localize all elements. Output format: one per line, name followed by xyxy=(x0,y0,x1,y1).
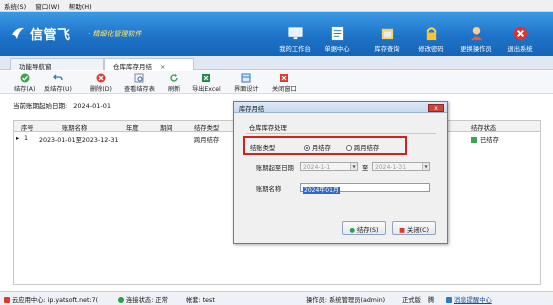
date-range-label: 账期起至日期 xyxy=(256,165,294,172)
menu-help[interactable]: 帮助(H) xyxy=(69,1,92,11)
tab-function-navigation[interactable]: 功能导航窗 xyxy=(10,58,104,71)
check-icon: ● xyxy=(349,227,355,234)
brand-tagline: · 精细化管理软件 xyxy=(88,30,142,38)
col-no[interactable]: 序号 xyxy=(21,123,34,132)
tab-bar: 功能导航窗 仓库库存月结 × xyxy=(0,56,553,71)
radio-unselected-icon xyxy=(346,145,352,151)
chevron-down-icon: ▼ xyxy=(350,163,357,170)
change-password-button[interactable]: 修改密码 xyxy=(410,26,452,53)
refresh-icon xyxy=(170,74,178,82)
operator-status: 操作员: 系统管理员(admin) xyxy=(306,297,386,304)
col-year[interactable]: 年度 xyxy=(126,123,139,132)
design-icon xyxy=(241,73,251,83)
brand-name: 信管飞 xyxy=(30,28,71,43)
period-name-label: 账期名称 xyxy=(256,186,282,193)
brand-logo-icon xyxy=(12,27,24,39)
section-divider xyxy=(246,133,436,134)
chevron-down-icon: ▼ xyxy=(422,163,429,170)
menu-window[interactable]: 窗口(W) xyxy=(35,1,60,11)
warehouse-icon xyxy=(381,28,393,40)
document-center-button[interactable]: 单据中心 xyxy=(316,26,358,53)
tab-inventory-month-end[interactable]: 仓库库存月结 × xyxy=(104,58,194,71)
close-icon: ■ xyxy=(399,227,406,234)
period-name-input[interactable]: 2024年01月 xyxy=(300,183,430,194)
close-window-button[interactable]: 关闭窗口 xyxy=(272,73,297,93)
menu-bar: 系统(S) 窗口(W) 帮助(H) xyxy=(0,0,553,12)
delete-icon xyxy=(96,73,106,83)
radio-cross-month-close[interactable]: 跨月结存 xyxy=(346,143,379,152)
row-indicator-icon: ▸ xyxy=(16,135,20,142)
close-window-icon xyxy=(280,74,289,82)
inventory-query-button[interactable]: 库存查询 xyxy=(366,26,408,53)
col-period[interactable]: 期间 xyxy=(160,123,173,132)
col-close-status[interactable]: 结存状态 xyxy=(471,123,496,132)
cloud-icon xyxy=(4,297,10,303)
row-close-status: 已结存 xyxy=(471,135,499,144)
dialog-title: 库存月结 xyxy=(234,102,447,113)
delete-button[interactable]: 删除(D) xyxy=(90,73,112,93)
interface-design-button[interactable]: 界面设计 xyxy=(234,73,259,93)
month-end-dialog: 库存月结 x 仓库库存处理 结账类型 月结存 跨月结存 账期起至日期 2024-… xyxy=(233,101,448,244)
col-period-name[interactable]: 账期名称 xyxy=(62,123,87,132)
document-icon xyxy=(331,26,343,41)
refresh-button[interactable]: 刷新 xyxy=(168,73,180,93)
radio-selected-icon xyxy=(304,145,310,151)
my-workbench-button[interactable]: 我的工作台 xyxy=(274,26,316,53)
start-date-field[interactable]: 2024-1-1 ▼ xyxy=(300,162,358,171)
message-icon xyxy=(446,297,452,303)
menu-system[interactable]: 系统(S) xyxy=(4,1,26,11)
dialog-close-icon[interactable]: x xyxy=(428,104,444,112)
current-period-row: 当前账期起始日期: 2024-01-01 xyxy=(13,100,111,110)
lock-icon xyxy=(426,27,436,41)
current-period-value: 2024-01-01 xyxy=(73,102,111,110)
to-label: 至 xyxy=(362,165,369,172)
exit-icon xyxy=(513,26,527,41)
row-no: 1 xyxy=(24,135,29,142)
closed-flag-icon xyxy=(471,137,477,143)
excel-icon xyxy=(202,74,211,82)
exit-system-button[interactable]: 退出系统 xyxy=(499,26,541,53)
col-close-type[interactable]: 结存类型 xyxy=(194,123,219,132)
row-period-name: 2023-01-01至2023-12-31 xyxy=(39,137,119,144)
close-type-label: 结账类型 xyxy=(250,145,276,152)
user-icon xyxy=(470,26,482,41)
check-icon xyxy=(20,73,30,83)
row-close-type: 跨月结存 xyxy=(194,137,220,144)
edition-status: 正式版 xyxy=(402,297,421,304)
reverse-close-out-button[interactable]: 反结存(U) xyxy=(44,73,72,93)
dialog-section-title: 仓库库存处理 xyxy=(249,125,287,132)
confirm-close-out-button[interactable]: ● 结存(S) xyxy=(342,221,386,235)
desktop-icon xyxy=(287,27,303,40)
close-dialog-button[interactable]: ■ 关闭(C) xyxy=(392,221,436,235)
radio-month-close[interactable]: 月结存 xyxy=(304,143,331,152)
connection-status: 连接状态: 正常 xyxy=(118,295,168,304)
close-tab-icon[interactable]: × xyxy=(160,63,165,71)
view-balance-sheet-button[interactable]: 查看结存表 xyxy=(124,73,155,93)
message-reminder-link[interactable]: 消息提醒中心 xyxy=(446,295,492,304)
toolbar: 结存(A) 反结存(U) 删除(D) 查看结存表 刷新 导出Excel 界面设计… xyxy=(0,71,553,94)
cloud-center-status[interactable]: 云应用中心: ip.yatsoft.net:7( xyxy=(4,295,98,304)
view-icon xyxy=(134,73,144,83)
close-out-button[interactable]: 结存(A) xyxy=(14,73,35,93)
connected-icon xyxy=(118,297,124,303)
user-label: 腾 xyxy=(428,297,435,304)
undo-icon xyxy=(53,74,63,81)
status-bar: 云应用中心: ip.yatsoft.net:7( 连接状态: 正常 帐套: te… xyxy=(0,291,553,305)
switch-operator-button[interactable]: 更换操作员 xyxy=(455,26,497,53)
current-period-label: 当前账期起始日期: xyxy=(13,102,68,110)
end-date-field[interactable]: 2024-1-31 ▼ xyxy=(372,162,430,171)
account-set-status: 帐套: test xyxy=(186,297,215,304)
export-excel-button[interactable]: 导出Excel xyxy=(192,73,221,93)
app-banner: 信管飞 · 精细化管理软件 我的工作台 单据中心 库存查询 修改密码 更换操作员… xyxy=(0,12,553,56)
